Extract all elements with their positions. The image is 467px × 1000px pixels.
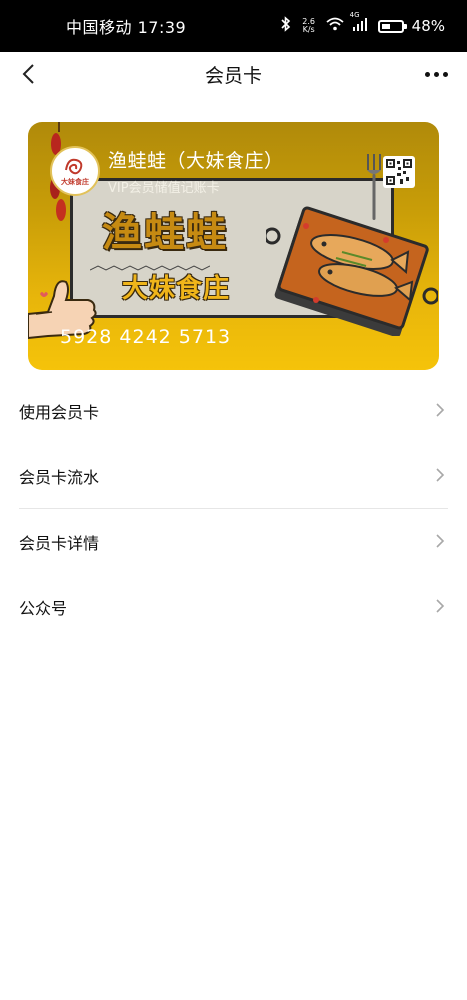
bluetooth-icon — [280, 16, 292, 36]
menu-item-official-account[interactable]: 公众号 — [0, 574, 467, 639]
membership-card[interactable]: 大妹食庄 渔蛙蛙（大妹食庄） VIP会员储值记账卡 渔蛙蛙 大妹食庄 5928 … — [28, 122, 439, 370]
shop-name: 渔蛙蛙（大妹食庄） — [108, 150, 284, 172]
grilled-fish-illustration — [266, 206, 438, 336]
status-bar: 中国移动 17:39 2.6 K/s 4G 48% — [0, 0, 467, 52]
network-type: 4G — [349, 11, 360, 19]
menu-item-card-transactions[interactable]: 会员卡流水 — [0, 443, 467, 508]
menu-item-label: 会员卡流水 — [19, 467, 100, 487]
qr-code-icon[interactable] — [383, 156, 415, 188]
nav-bar: 会员卡 — [0, 52, 467, 96]
menu-item-label: 会员卡详情 — [19, 533, 100, 553]
brand-subtitle: 大妹食庄 — [122, 274, 231, 304]
chevron-right-icon — [436, 599, 445, 613]
shop-logo: 大妹食庄 — [50, 146, 100, 196]
network-speed: 2.6 K/s — [302, 17, 316, 34]
battery-percent: 48% — [411, 17, 445, 35]
logo-text: 大妹食庄 — [61, 177, 89, 186]
wifi-icon — [326, 17, 344, 35]
signal-icon: 4G — [350, 11, 368, 35]
menu-item-label: 公众号 — [19, 598, 68, 618]
chevron-right-icon — [436, 534, 445, 548]
menu-item-label: 使用会员卡 — [19, 402, 100, 422]
card-number: 5928 4242 5713 — [60, 326, 232, 348]
card-menu-list: 使用会员卡 会员卡流水 会员卡详情 公众号 — [0, 378, 467, 639]
brand-title: 渔蛙蛙 — [102, 210, 228, 256]
chevron-left-icon — [22, 64, 34, 84]
back-button[interactable] — [12, 58, 44, 90]
battery-icon — [377, 19, 407, 33]
page-title: 会员卡 — [204, 64, 262, 87]
carrier-time: 中国移动 17:39 — [66, 18, 187, 37]
menu-item-use-card[interactable]: 使用会员卡 — [0, 378, 467, 443]
card-type: VIP会员储值记账卡 — [108, 181, 220, 196]
chevron-right-icon — [436, 468, 445, 482]
more-dots-icon — [424, 71, 430, 77]
menu-item-card-details[interactable]: 会员卡详情 — [0, 509, 467, 574]
swirl-logo-icon — [65, 158, 83, 174]
more-button[interactable] — [419, 60, 453, 88]
chevron-right-icon — [436, 403, 445, 417]
